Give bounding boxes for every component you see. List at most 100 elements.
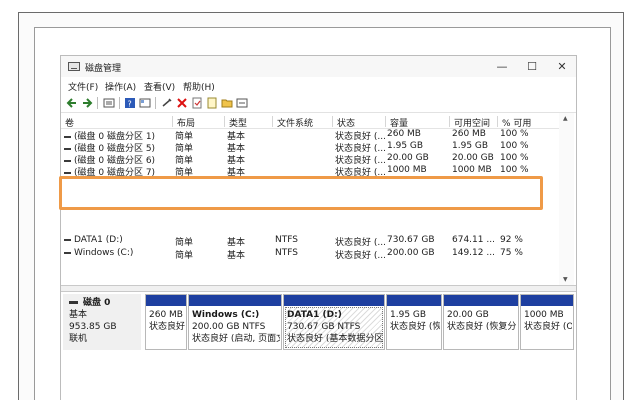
check-icon[interactable] bbox=[191, 97, 203, 109]
cell-capacity: 20.00 GB bbox=[387, 153, 429, 163]
table-row[interactable]: (磁盘 0 磁盘分区 6) 简单 基本 状态良好 (... 20.00 GB 2… bbox=[61, 153, 559, 166]
cell-percent-free: 100 % bbox=[500, 153, 529, 163]
column-header-volume[interactable]: 卷 bbox=[61, 116, 172, 127]
disk-status: 联机 bbox=[69, 334, 88, 344]
column-header-free-space[interactable]: 可用空间 bbox=[449, 116, 497, 127]
cell-type: 基本 bbox=[227, 238, 246, 248]
cell-type: 基本 bbox=[227, 251, 246, 261]
cell-volume: DATA1 (D:) bbox=[61, 235, 172, 245]
volume-icon bbox=[64, 238, 71, 241]
cell-filesystem: NTFS bbox=[275, 235, 298, 245]
partition-size: 730.67 GB NTFS bbox=[287, 322, 361, 332]
partition-size: 1000 MB bbox=[524, 310, 564, 320]
partition-size: 20.00 GB bbox=[447, 310, 489, 320]
cell-free-space: 1000 MB bbox=[452, 165, 492, 175]
forward-arrow-icon[interactable] bbox=[81, 97, 93, 109]
toolbar-separator bbox=[155, 97, 156, 109]
delete-x-icon[interactable] bbox=[176, 97, 188, 109]
disk-map: 磁盘 0 基本 953.85 GB 联机 260 MB 状态良好 Windows… bbox=[61, 292, 576, 400]
volume-icon bbox=[64, 171, 71, 174]
cell-free-space: 674.11 ... bbox=[452, 235, 495, 245]
column-header-status[interactable]: 状态 bbox=[332, 116, 385, 127]
partition-status: 状态良好 (恢 bbox=[390, 322, 440, 332]
disk-type: 基本 bbox=[69, 310, 88, 320]
column-header-layout[interactable]: 布局 bbox=[172, 116, 224, 127]
partition-block[interactable]: 260 MB 状态良好 bbox=[145, 294, 187, 350]
column-header-percent-free[interactable]: % 可用 bbox=[497, 116, 559, 127]
help-icon[interactable]: ? bbox=[124, 97, 136, 109]
partition-name: Windows (C:) bbox=[192, 310, 260, 320]
table-row[interactable]: (磁盘 0 磁盘分区 1) 简单 基本 状态良好 (... 260 MB 260… bbox=[61, 129, 559, 142]
toolbar: ? bbox=[61, 94, 576, 113]
rescan-icon[interactable] bbox=[236, 97, 248, 109]
maximize-button[interactable]: ☐ bbox=[521, 59, 543, 74]
volume-icon bbox=[64, 147, 71, 150]
minimize-button[interactable]: — bbox=[491, 59, 513, 74]
scroll-up-icon[interactable]: ▲ bbox=[563, 115, 568, 122]
close-button[interactable]: ✕ bbox=[551, 59, 573, 74]
partition-block[interactable]: 1.95 GB 状态良好 (恢 bbox=[386, 294, 442, 350]
cell-free-space: 260 MB bbox=[452, 129, 486, 139]
menu-action[interactable]: 操作(A) bbox=[105, 80, 136, 93]
cell-free-space: 1.95 GB bbox=[452, 141, 489, 151]
partition-color-bar bbox=[521, 295, 573, 306]
cell-capacity: 1.95 GB bbox=[387, 141, 424, 151]
table-row[interactable]: DATA1 (D:) 简单 基本 NTFS 状态良好 (... 730.67 G… bbox=[61, 235, 559, 248]
menu-help[interactable]: 帮助(H) bbox=[183, 80, 215, 93]
cell-layout: 简单 bbox=[175, 238, 194, 248]
volume-icon bbox=[64, 159, 71, 162]
partition-block-selected[interactable]: DATA1 (D:) 730.67 GB NTFS 状态良好 (基本数据分区) bbox=[283, 294, 385, 350]
partition-size: 1.95 GB bbox=[390, 310, 427, 320]
menu-view[interactable]: 查看(V) bbox=[144, 80, 175, 93]
column-header-type[interactable]: 类型 bbox=[224, 116, 272, 127]
column-header-filesystem[interactable]: 文件系统 bbox=[272, 116, 332, 127]
cell-percent-free: 100 % bbox=[500, 141, 529, 151]
table-row[interactable]: Windows (C:) 简单 基本 NTFS 状态良好 (... 200.00… bbox=[61, 248, 559, 261]
partition-block[interactable]: Windows (C:) 200.00 GB NTFS 状态良好 (启动, 页面… bbox=[188, 294, 282, 350]
cell-percent-free: 100 % bbox=[500, 129, 529, 139]
toolbar-separator bbox=[97, 97, 98, 109]
window-title: 磁盘管理 bbox=[85, 64, 122, 74]
title-bar[interactable]: 磁盘管理 — ☐ ✕ bbox=[61, 56, 576, 77]
volume-icon bbox=[64, 251, 71, 254]
partition-status: 状态良好 (基本数据分区) bbox=[287, 334, 383, 344]
cell-filesystem: NTFS bbox=[275, 248, 298, 258]
volume-list-icon[interactable] bbox=[103, 97, 115, 109]
partition-block[interactable]: 20.00 GB 状态良好 (恢复分 bbox=[443, 294, 519, 350]
folder-search-icon[interactable] bbox=[221, 97, 233, 109]
menu-file[interactable]: 文件(F) bbox=[68, 80, 98, 93]
cell-volume: Windows (C:) bbox=[61, 248, 172, 258]
disk-0-label[interactable]: 磁盘 0 基本 953.85 GB 联机 bbox=[63, 294, 141, 350]
partition-color-bar bbox=[189, 295, 281, 306]
cell-free-space: 149.12 ... bbox=[452, 248, 495, 258]
scroll-down-icon[interactable]: ▼ bbox=[563, 276, 568, 283]
cell-free-space: 20.00 GB bbox=[452, 153, 494, 163]
partition-color-bar bbox=[284, 295, 384, 306]
partition-block[interactable]: 1000 MB 状态良好 (O bbox=[520, 294, 574, 350]
column-header-capacity[interactable]: 容量 bbox=[385, 116, 449, 127]
cell-capacity: 1000 MB bbox=[387, 165, 427, 175]
connect-icon[interactable] bbox=[161, 97, 173, 109]
disk-name: 磁盘 0 bbox=[83, 298, 111, 308]
highlight-box bbox=[59, 176, 543, 210]
cell-capacity: 730.67 GB bbox=[387, 235, 435, 245]
table-row[interactable]: (磁盘 0 磁盘分区 5) 简单 基本 状态良好 (... 1.95 GB 1.… bbox=[61, 141, 559, 154]
cell-percent-free: 92 % bbox=[500, 235, 523, 245]
back-arrow-icon[interactable] bbox=[66, 97, 78, 109]
cell-capacity: 200.00 GB bbox=[387, 248, 435, 258]
partition-status: 状态良好 (恢复分 bbox=[447, 322, 517, 332]
cell-capacity: 260 MB bbox=[387, 129, 421, 139]
svg-text:?: ? bbox=[128, 100, 132, 109]
partition-size: 260 MB bbox=[149, 310, 183, 320]
properties-icon[interactable] bbox=[139, 97, 151, 109]
pane-splitter[interactable] bbox=[61, 285, 576, 292]
menu-bar: 文件(F) 操作(A) 查看(V) 帮助(H) bbox=[61, 77, 576, 94]
disk-size: 953.85 GB bbox=[69, 322, 117, 332]
partition-name: DATA1 (D:) bbox=[287, 310, 342, 320]
disk-icon bbox=[69, 301, 78, 304]
cell-layout: 简单 bbox=[175, 251, 194, 261]
cell-status: 状态良好 (... bbox=[335, 251, 385, 261]
vertical-scrollbar[interactable]: ▲ ▼ bbox=[559, 113, 574, 285]
disk-management-window: 磁盘管理 — ☐ ✕ 文件(F) 操作(A) 查看(V) 帮助(H) ? 卷 布… bbox=[60, 55, 577, 400]
new-volume-icon[interactable] bbox=[206, 97, 218, 109]
